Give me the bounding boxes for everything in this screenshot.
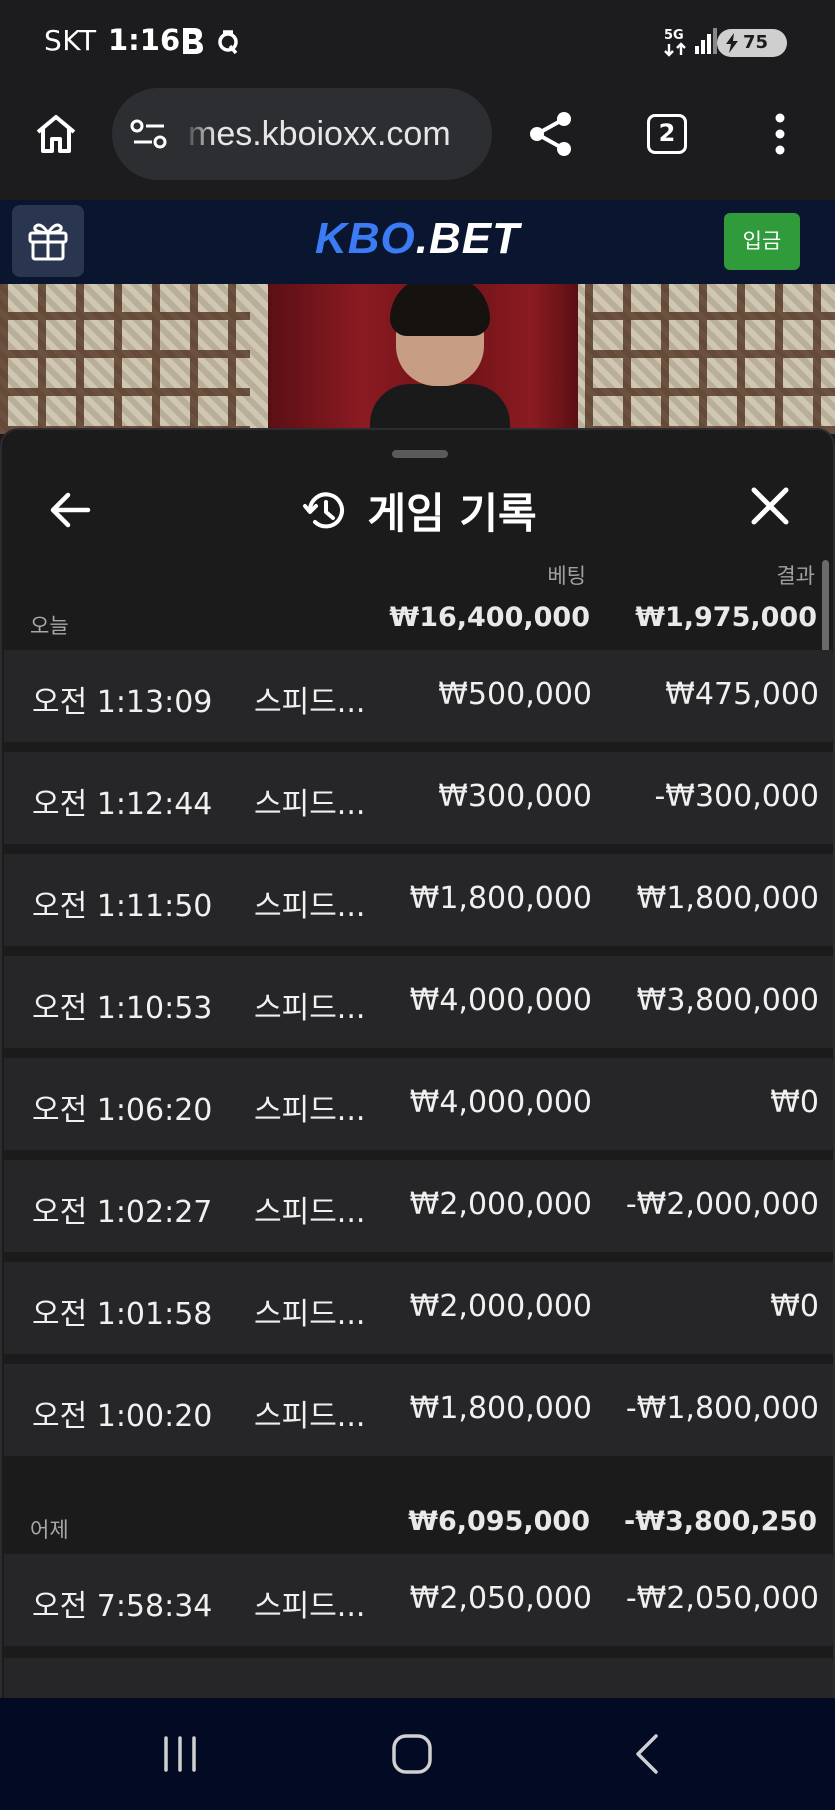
logo-kbo: KBO bbox=[314, 214, 416, 263]
game-history-panel: 게임 기록 베팅 결과 오늘 ₩16,400,000 ₩1,975,000 오전… bbox=[0, 428, 835, 1698]
address-bar[interactable]: mes.kboioxx.com bbox=[112, 88, 492, 180]
history-row[interactable]: 오전 7:58:34 스피드... ₩2,050,000 -₩2,050,000 bbox=[4, 1554, 833, 1646]
row-result: ₩475,000 bbox=[665, 677, 819, 712]
row-game: 스피드... bbox=[254, 787, 366, 822]
history-row[interactable]: 오전 1:11:50 스피드... ₩1,800,000 ₩1,800,000 bbox=[4, 854, 833, 946]
home-icon[interactable] bbox=[34, 112, 78, 156]
battery-indicator: 75 bbox=[717, 29, 787, 57]
row-game: 스피드... bbox=[254, 1297, 366, 1332]
row-time: 오전 1:10:53 bbox=[32, 991, 213, 1026]
row-time: 오전 1:11:50 bbox=[32, 889, 213, 924]
column-header-result: 결과 bbox=[776, 564, 815, 588]
group-total-result: ₩1,975,000 bbox=[635, 602, 817, 633]
more-icon[interactable] bbox=[766, 112, 794, 156]
row-bet: ₩2,000,000 bbox=[409, 1187, 592, 1222]
row-bet: ₩1,800,000 bbox=[409, 1391, 592, 1426]
history-row-partial[interactable] bbox=[4, 1658, 833, 1698]
row-time: 오전 1:12:44 bbox=[32, 787, 213, 822]
row-bet: ₩2,050,000 bbox=[409, 1581, 592, 1616]
deposit-button[interactable]: 입금 bbox=[724, 213, 800, 270]
home-nav-icon[interactable] bbox=[390, 1732, 434, 1776]
site-settings-icon[interactable] bbox=[130, 118, 168, 150]
close-icon[interactable] bbox=[746, 482, 794, 530]
system-navigation-bar bbox=[0, 1698, 835, 1810]
history-row[interactable]: 오전 1:00:20 스피드... ₩1,800,000 -₩1,800,000 bbox=[4, 1364, 833, 1456]
b-app-icon bbox=[183, 28, 203, 54]
row-game: 스피드... bbox=[254, 1399, 366, 1434]
history-row[interactable]: 오전 1:12:44 스피드... ₩300,000 -₩300,000 bbox=[4, 752, 833, 844]
share-icon[interactable] bbox=[528, 110, 574, 158]
drag-handle[interactable] bbox=[392, 450, 448, 458]
tab-switcher-button[interactable]: 2 bbox=[647, 114, 687, 154]
history-icon bbox=[303, 491, 345, 528]
signal-icon bbox=[695, 28, 717, 54]
group-label-today: 오늘 bbox=[30, 614, 69, 638]
history-row[interactable]: 오전 1:02:27 스피드... ₩2,000,000 -₩2,000,000 bbox=[4, 1160, 833, 1252]
network-5g-icon: 5G bbox=[664, 28, 686, 57]
dealer-figure bbox=[370, 284, 510, 434]
history-row[interactable]: 오전 1:01:58 스피드... ₩2,000,000 ₩0 bbox=[4, 1262, 833, 1354]
panel-title: 게임 기록 bbox=[367, 489, 537, 538]
row-game: 스피드... bbox=[254, 991, 366, 1026]
history-row[interactable]: 오전 1:10:53 스피드... ₩4,000,000 ₩3,800,000 bbox=[4, 956, 833, 1048]
row-game: 스피드... bbox=[254, 685, 366, 720]
row-game: 스피드... bbox=[254, 1195, 366, 1230]
clock: 1:16 bbox=[108, 23, 181, 57]
row-result: ₩0 bbox=[770, 1085, 819, 1120]
charging-icon bbox=[726, 33, 738, 53]
history-row[interactable]: 오전 1:06:20 스피드... ₩4,000,000 ₩0 bbox=[4, 1058, 833, 1150]
row-result: ₩1,800,000 bbox=[636, 881, 819, 916]
column-header-bet: 베팅 bbox=[547, 564, 586, 588]
row-time: 오전 1:02:27 bbox=[32, 1195, 213, 1230]
site-header: KBO.BET 입금 bbox=[0, 200, 835, 284]
group-total-bet: ₩6,095,000 bbox=[408, 1506, 590, 1537]
browser-toolbar: mes.kboioxx.com 2 bbox=[0, 86, 835, 200]
lock-notification-icon bbox=[218, 30, 238, 55]
site-logo[interactable]: KBO.BET bbox=[0, 214, 835, 264]
back-nav-icon[interactable] bbox=[632, 1732, 662, 1776]
live-video-stream bbox=[0, 284, 835, 434]
row-game: 스피드... bbox=[254, 1093, 366, 1128]
row-result: -₩2,050,000 bbox=[625, 1581, 819, 1616]
row-bet: ₩300,000 bbox=[438, 779, 592, 814]
group-total-result: -₩3,800,250 bbox=[623, 1506, 817, 1537]
row-time: 오전 1:06:20 bbox=[32, 1093, 213, 1128]
row-time: 오전 1:01:58 bbox=[32, 1297, 213, 1332]
status-bar: SKT 1:16 5G 75 bbox=[0, 0, 835, 86]
row-bet: ₩1,800,000 bbox=[409, 881, 592, 916]
row-bet: ₩4,000,000 bbox=[409, 1085, 592, 1120]
row-bet: ₩4,000,000 bbox=[409, 983, 592, 1018]
row-result: -₩2,000,000 bbox=[625, 1187, 819, 1222]
network-label: 5G bbox=[664, 28, 684, 43]
row-bet: ₩2,000,000 bbox=[409, 1289, 592, 1324]
row-game: 스피드... bbox=[254, 889, 366, 924]
battery-level: 75 bbox=[743, 32, 769, 53]
row-time: 오전 1:00:20 bbox=[32, 1399, 213, 1434]
row-time: 오전 1:13:09 bbox=[32, 685, 213, 720]
url-text[interactable]: mes.kboioxx.com bbox=[188, 115, 451, 154]
group-total-bet: ₩16,400,000 bbox=[389, 602, 590, 633]
panel-header: 게임 기록 bbox=[2, 480, 833, 541]
group-label-yesterday: 어제 bbox=[30, 1518, 69, 1542]
recent-apps-icon[interactable] bbox=[160, 1734, 200, 1774]
history-row[interactable]: 오전 1:13:09 스피드... ₩500,000 ₩475,000 bbox=[4, 650, 833, 742]
row-time: 오전 7:58:34 bbox=[32, 1589, 213, 1624]
row-result: ₩3,800,000 bbox=[636, 983, 819, 1018]
row-result: -₩1,800,000 bbox=[625, 1391, 819, 1426]
logo-bet: .BET bbox=[415, 214, 520, 263]
row-result: ₩0 bbox=[770, 1289, 819, 1324]
row-result: -₩300,000 bbox=[654, 779, 819, 814]
row-game: 스피드... bbox=[254, 1589, 366, 1624]
carrier-label: SKT bbox=[44, 24, 97, 57]
row-bet: ₩500,000 bbox=[438, 677, 592, 712]
